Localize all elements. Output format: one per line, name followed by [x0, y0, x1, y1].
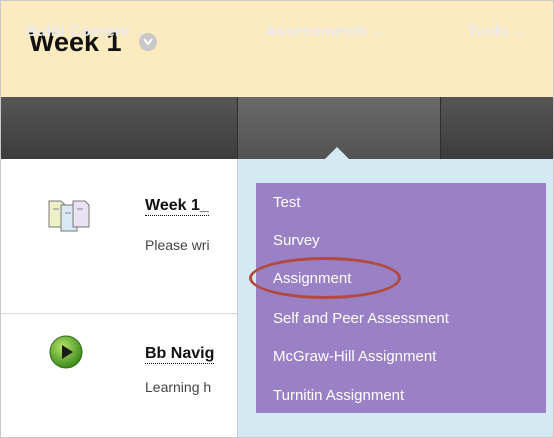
content-item-desc: Please wri: [145, 237, 210, 253]
tools-label: Tools: [467, 23, 509, 40]
tools-menu[interactable]: Tools ⌵: [467, 1, 524, 63]
menu-item-test[interactable]: Test: [273, 194, 301, 211]
assessments-label: Assessments: [265, 23, 369, 40]
menu-item-self-peer-assessment[interactable]: Self and Peer Assessment: [273, 310, 449, 327]
chevron-down-icon: ⌵: [374, 25, 384, 39]
content-item-title[interactable]: Week 1_: [145, 197, 209, 216]
menu-item-turnitin-assignment[interactable]: Turnitin Assignment: [273, 387, 404, 404]
documents-icon: [48, 200, 90, 232]
content-item-title[interactable]: Bb Navig: [145, 345, 215, 364]
build-content-label: Build Content: [25, 23, 130, 40]
build-content-menu[interactable]: Build Content ⌵: [25, 1, 145, 63]
menu-item-survey[interactable]: Survey: [273, 232, 320, 249]
menu-item-mcgraw-hill-assignment[interactable]: McGraw-Hill Assignment: [273, 348, 436, 365]
chevron-down-icon: ⌵: [135, 25, 145, 39]
chevron-down-icon: ⌵: [514, 25, 524, 39]
content-item-desc: Learning h: [145, 379, 212, 395]
assessments-menu[interactable]: Assessments ⌵: [265, 1, 383, 63]
course-page: Week 1 Build Content ⌵ Assessments ⌵ Tools…: [0, 0, 554, 438]
dropdown-pointer: [324, 147, 350, 160]
assessments-menu-list: [256, 183, 546, 413]
highlight-ellipse: [249, 257, 401, 299]
play-icon: [49, 335, 83, 369]
